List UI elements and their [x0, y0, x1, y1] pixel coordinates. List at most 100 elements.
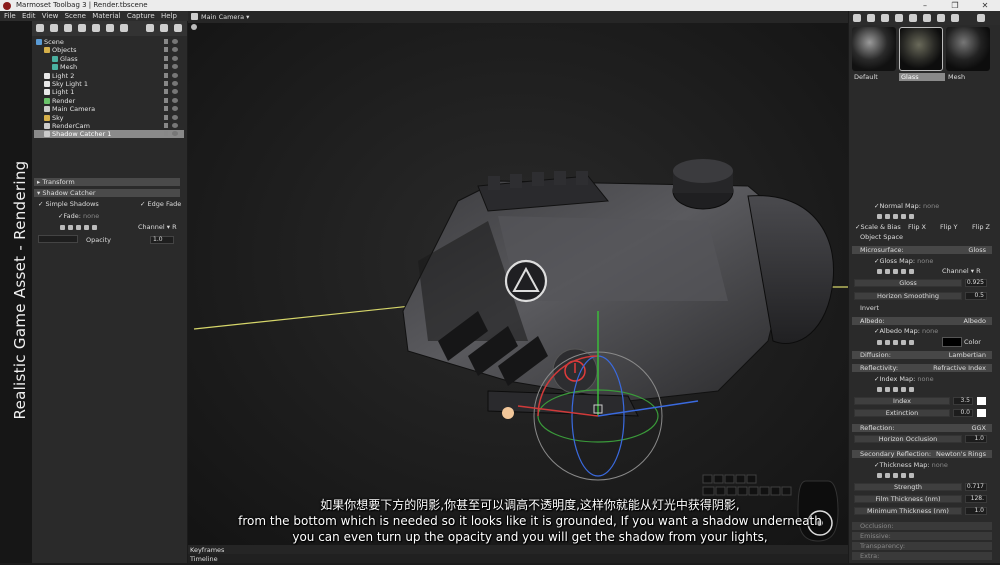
shadow-catcher-section-header[interactable]: ▾ Shadow Catcher [34, 189, 180, 197]
edge-fade-checkbox[interactable]: ✓ Edge Fade [140, 200, 181, 208]
settings-icon[interactable] [60, 225, 65, 230]
settings-icon[interactable] [877, 269, 882, 274]
scene-tree-item[interactable]: Shadow Catcher 1 [34, 130, 184, 139]
film-thickness-value[interactable]: 128. [965, 495, 987, 503]
lock-icon[interactable] [164, 39, 168, 44]
visibility-eye-icon[interactable] [172, 106, 178, 112]
transform-section-header[interactable]: ▸ Transform [34, 178, 180, 186]
index-color-swatch[interactable] [977, 397, 986, 405]
edit-icon[interactable] [893, 269, 898, 274]
scene-tree-item[interactable]: Objects [34, 46, 184, 54]
add-shadow-catcher-icon[interactable] [92, 24, 100, 32]
extra-section-header[interactable]: Extra: [852, 552, 992, 560]
scene-tree-item[interactable]: Sky [34, 114, 184, 122]
lock-icon[interactable] [164, 72, 168, 78]
zoom-icon[interactable] [885, 473, 890, 478]
reload-icon[interactable] [84, 225, 89, 230]
menu-scene[interactable]: Scene [65, 11, 86, 21]
clear-icon[interactable] [909, 340, 914, 345]
microsurface-section-header[interactable]: Microsurface: Gloss [852, 246, 992, 254]
strength-value[interactable]: 0.717 [965, 483, 987, 491]
add-material-icon[interactable] [853, 14, 861, 22]
menu-help[interactable]: Help [161, 11, 177, 21]
index-slider[interactable]: Index [854, 397, 950, 405]
thickness-map-slot[interactable]: ✓Thickness Map: none [874, 461, 948, 469]
add-camera-icon[interactable] [64, 24, 72, 32]
lock-icon[interactable] [164, 106, 168, 112]
zoom-icon[interactable] [885, 387, 890, 392]
minimize-button[interactable]: – [910, 0, 940, 11]
clear-icon[interactable] [909, 269, 914, 274]
visibility-eye-icon[interactable] [172, 81, 178, 86]
menu-edit[interactable]: Edit [22, 11, 36, 21]
add-light-icon[interactable] [36, 24, 44, 32]
visibility-eye-icon[interactable] [172, 123, 178, 128]
flip-z-checkbox[interactable]: Flip Z [972, 223, 990, 231]
viewport-settings-icon[interactable] [191, 24, 197, 30]
scene-tree-item[interactable]: Render [34, 97, 184, 105]
more-icon[interactable] [977, 14, 985, 22]
strength-slider[interactable]: Strength [854, 483, 962, 491]
gloss-slider[interactable]: Gloss [854, 279, 962, 287]
visibility-eye-icon[interactable] [172, 97, 178, 103]
close-button[interactable]: ✕ [970, 0, 1000, 11]
gloss-map-slot[interactable]: ✓Gloss Map: none [874, 257, 933, 265]
secondary-reflection-section-header[interactable]: Secondary Reflection: Newton's Rings [852, 450, 992, 458]
menu-file[interactable]: File [4, 11, 16, 21]
scale-bias-checkbox[interactable]: ✓Scale & Bias [855, 223, 901, 231]
index-map-slot[interactable]: ✓Index Map: none [874, 375, 934, 383]
scene-tree-item[interactable]: Scene [34, 38, 184, 46]
lock-icon[interactable] [164, 47, 168, 53]
clear-icon[interactable] [909, 214, 914, 219]
scene-tree-item[interactable]: Light 1 [34, 88, 184, 96]
folder-icon[interactable] [146, 24, 154, 32]
reload-icon[interactable] [901, 387, 906, 392]
3d-viewport[interactable] [188, 11, 848, 563]
fade-map-slot[interactable]: ✓Fade: none [58, 212, 99, 220]
reload-icon[interactable] [901, 269, 906, 274]
duplicate-icon[interactable] [160, 24, 168, 32]
add-sky-icon[interactable] [50, 24, 58, 32]
save-icon[interactable] [909, 14, 917, 22]
menu-capture[interactable]: Capture [127, 11, 155, 21]
edit-icon[interactable] [76, 225, 81, 230]
horizon-smoothing-value[interactable]: 0.5 [965, 292, 987, 300]
keyframes-bar[interactable]: Keyframes [188, 545, 848, 554]
scene-tree-item[interactable]: RenderCam [34, 122, 184, 130]
channel-dropdown[interactable]: Channel ▾ R [138, 223, 177, 231]
edit-icon[interactable] [893, 387, 898, 392]
lock-icon[interactable] [164, 89, 168, 95]
reflection-section-header[interactable]: Reflection: GGX [852, 424, 992, 432]
clear-icon[interactable] [909, 473, 914, 478]
menu-view[interactable]: View [42, 11, 59, 21]
scene-tree-item[interactable]: Light 2 [34, 72, 184, 80]
object-space-checkbox[interactable]: Object Space [860, 233, 903, 241]
zoom-icon[interactable] [885, 214, 890, 219]
extinction-color-swatch[interactable] [977, 409, 986, 417]
reload-icon[interactable] [901, 340, 906, 345]
folder-icon[interactable] [895, 14, 903, 22]
zoom-icon[interactable] [885, 269, 890, 274]
scene-tree-item[interactable]: Mesh [34, 63, 184, 71]
zoom-icon[interactable] [68, 225, 73, 230]
add-mesh-icon[interactable] [106, 24, 114, 32]
menu-material[interactable]: Material [92, 11, 120, 21]
viewport-layout-icon[interactable] [191, 13, 198, 20]
flip-y-checkbox[interactable]: Flip Y [940, 223, 958, 231]
edit-icon[interactable] [893, 473, 898, 478]
opacity-slider[interactable] [38, 235, 78, 243]
globe-icon[interactable] [937, 14, 945, 22]
timeline-bar[interactable]: Timeline [188, 554, 848, 563]
gloss-channel-dropdown[interactable]: Channel ▾ R [942, 267, 981, 275]
horizon-smoothing-slider[interactable]: Horizon Smoothing [854, 292, 962, 300]
albedo-section-header[interactable]: Albedo: Albedo [852, 317, 992, 325]
lock-icon[interactable] [164, 64, 168, 70]
scene-tree-item[interactable]: Main Camera [34, 105, 184, 113]
diffusion-section-header[interactable]: Diffusion: Lambertian [852, 351, 992, 359]
material-preview-mesh[interactable] [946, 27, 990, 71]
lock-icon[interactable] [164, 81, 168, 86]
lock-icon[interactable] [164, 97, 168, 103]
reload-icon[interactable] [901, 214, 906, 219]
albedo-color-swatch[interactable] [942, 337, 962, 347]
flip-x-checkbox[interactable]: Flip X [908, 223, 926, 231]
